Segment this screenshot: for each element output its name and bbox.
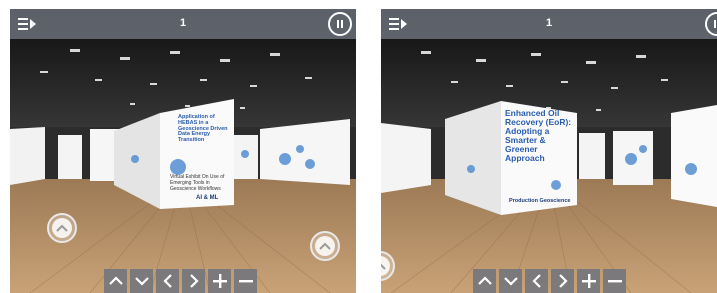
- menu-button[interactable]: [385, 13, 411, 35]
- chevron-left-icon: [162, 274, 172, 288]
- menu-arrow-icon: [389, 18, 407, 30]
- move-right-button[interactable]: [182, 269, 205, 293]
- board-title: Application of HEBAS in a Geoscience Dri…: [178, 114, 228, 144]
- chevron-right-icon: [189, 274, 199, 288]
- chevron-up-icon: [477, 276, 492, 285]
- navigation-toolbar: [473, 269, 626, 293]
- zoom-out-button[interactable]: [234, 269, 257, 293]
- move-down-button[interactable]: [499, 269, 522, 293]
- board-footer: Production Geoscience: [509, 198, 571, 204]
- top-toolbar: 1: [381, 9, 717, 39]
- zoom-in-button[interactable]: [577, 269, 600, 293]
- page-number: 1: [179, 17, 187, 29]
- gallery-scene[interactable]: Application of HEBAS in a Geoscience Dri…: [10, 9, 356, 293]
- board-title: Enhanced Oil Recovery (EoR): Adopting a …: [505, 108, 572, 163]
- plus-icon: [581, 274, 596, 288]
- move-up-button[interactable]: [104, 269, 127, 293]
- move-right-button[interactable]: [551, 269, 574, 293]
- hotspot-up-button[interactable]: [47, 213, 77, 243]
- zoom-out-button[interactable]: [603, 269, 626, 293]
- plus-icon: [212, 274, 227, 288]
- move-left-button[interactable]: [156, 269, 179, 293]
- move-down-button[interactable]: [130, 269, 153, 293]
- hotspot-up-button[interactable]: [310, 231, 340, 261]
- viewer-left[interactable]: Application of HEBAS in a Geoscience Dri…: [10, 9, 356, 293]
- chevron-down-icon: [134, 277, 149, 286]
- minus-icon: [238, 280, 253, 283]
- move-left-button[interactable]: [525, 269, 548, 293]
- menu-button[interactable]: [14, 13, 40, 35]
- chevron-up-icon: [56, 224, 68, 232]
- gallery-room: [10, 9, 356, 293]
- chevron-up-icon: [319, 242, 331, 250]
- gallery-scene[interactable]: Enhanced Oil Recovery (EoR): Adopting a …: [381, 9, 717, 293]
- exit-pause-icon: [337, 20, 343, 28]
- chevron-right-icon: [558, 274, 568, 288]
- chevron-up-icon: [381, 263, 386, 270]
- top-toolbar: 1: [10, 9, 356, 39]
- exit-pause-icon: [714, 20, 716, 28]
- chevron-down-icon: [503, 277, 518, 286]
- minus-icon: [607, 280, 622, 283]
- viewer-right[interactable]: Enhanced Oil Recovery (EoR): Adopting a …: [381, 9, 717, 293]
- board-subtitle: Virtual Exhibit On Use of Emerging Tools…: [170, 174, 225, 192]
- move-up-button[interactable]: [473, 269, 496, 293]
- chevron-up-icon: [108, 276, 123, 285]
- board-tagline: AI & ML: [196, 195, 219, 201]
- navigation-toolbar: [104, 269, 257, 293]
- exit-button[interactable]: [328, 12, 352, 36]
- chevron-left-icon: [531, 274, 541, 288]
- exit-button[interactable]: [705, 12, 717, 36]
- zoom-in-button[interactable]: [208, 269, 231, 293]
- page-number: 1: [545, 17, 553, 29]
- menu-arrow-icon: [18, 18, 36, 30]
